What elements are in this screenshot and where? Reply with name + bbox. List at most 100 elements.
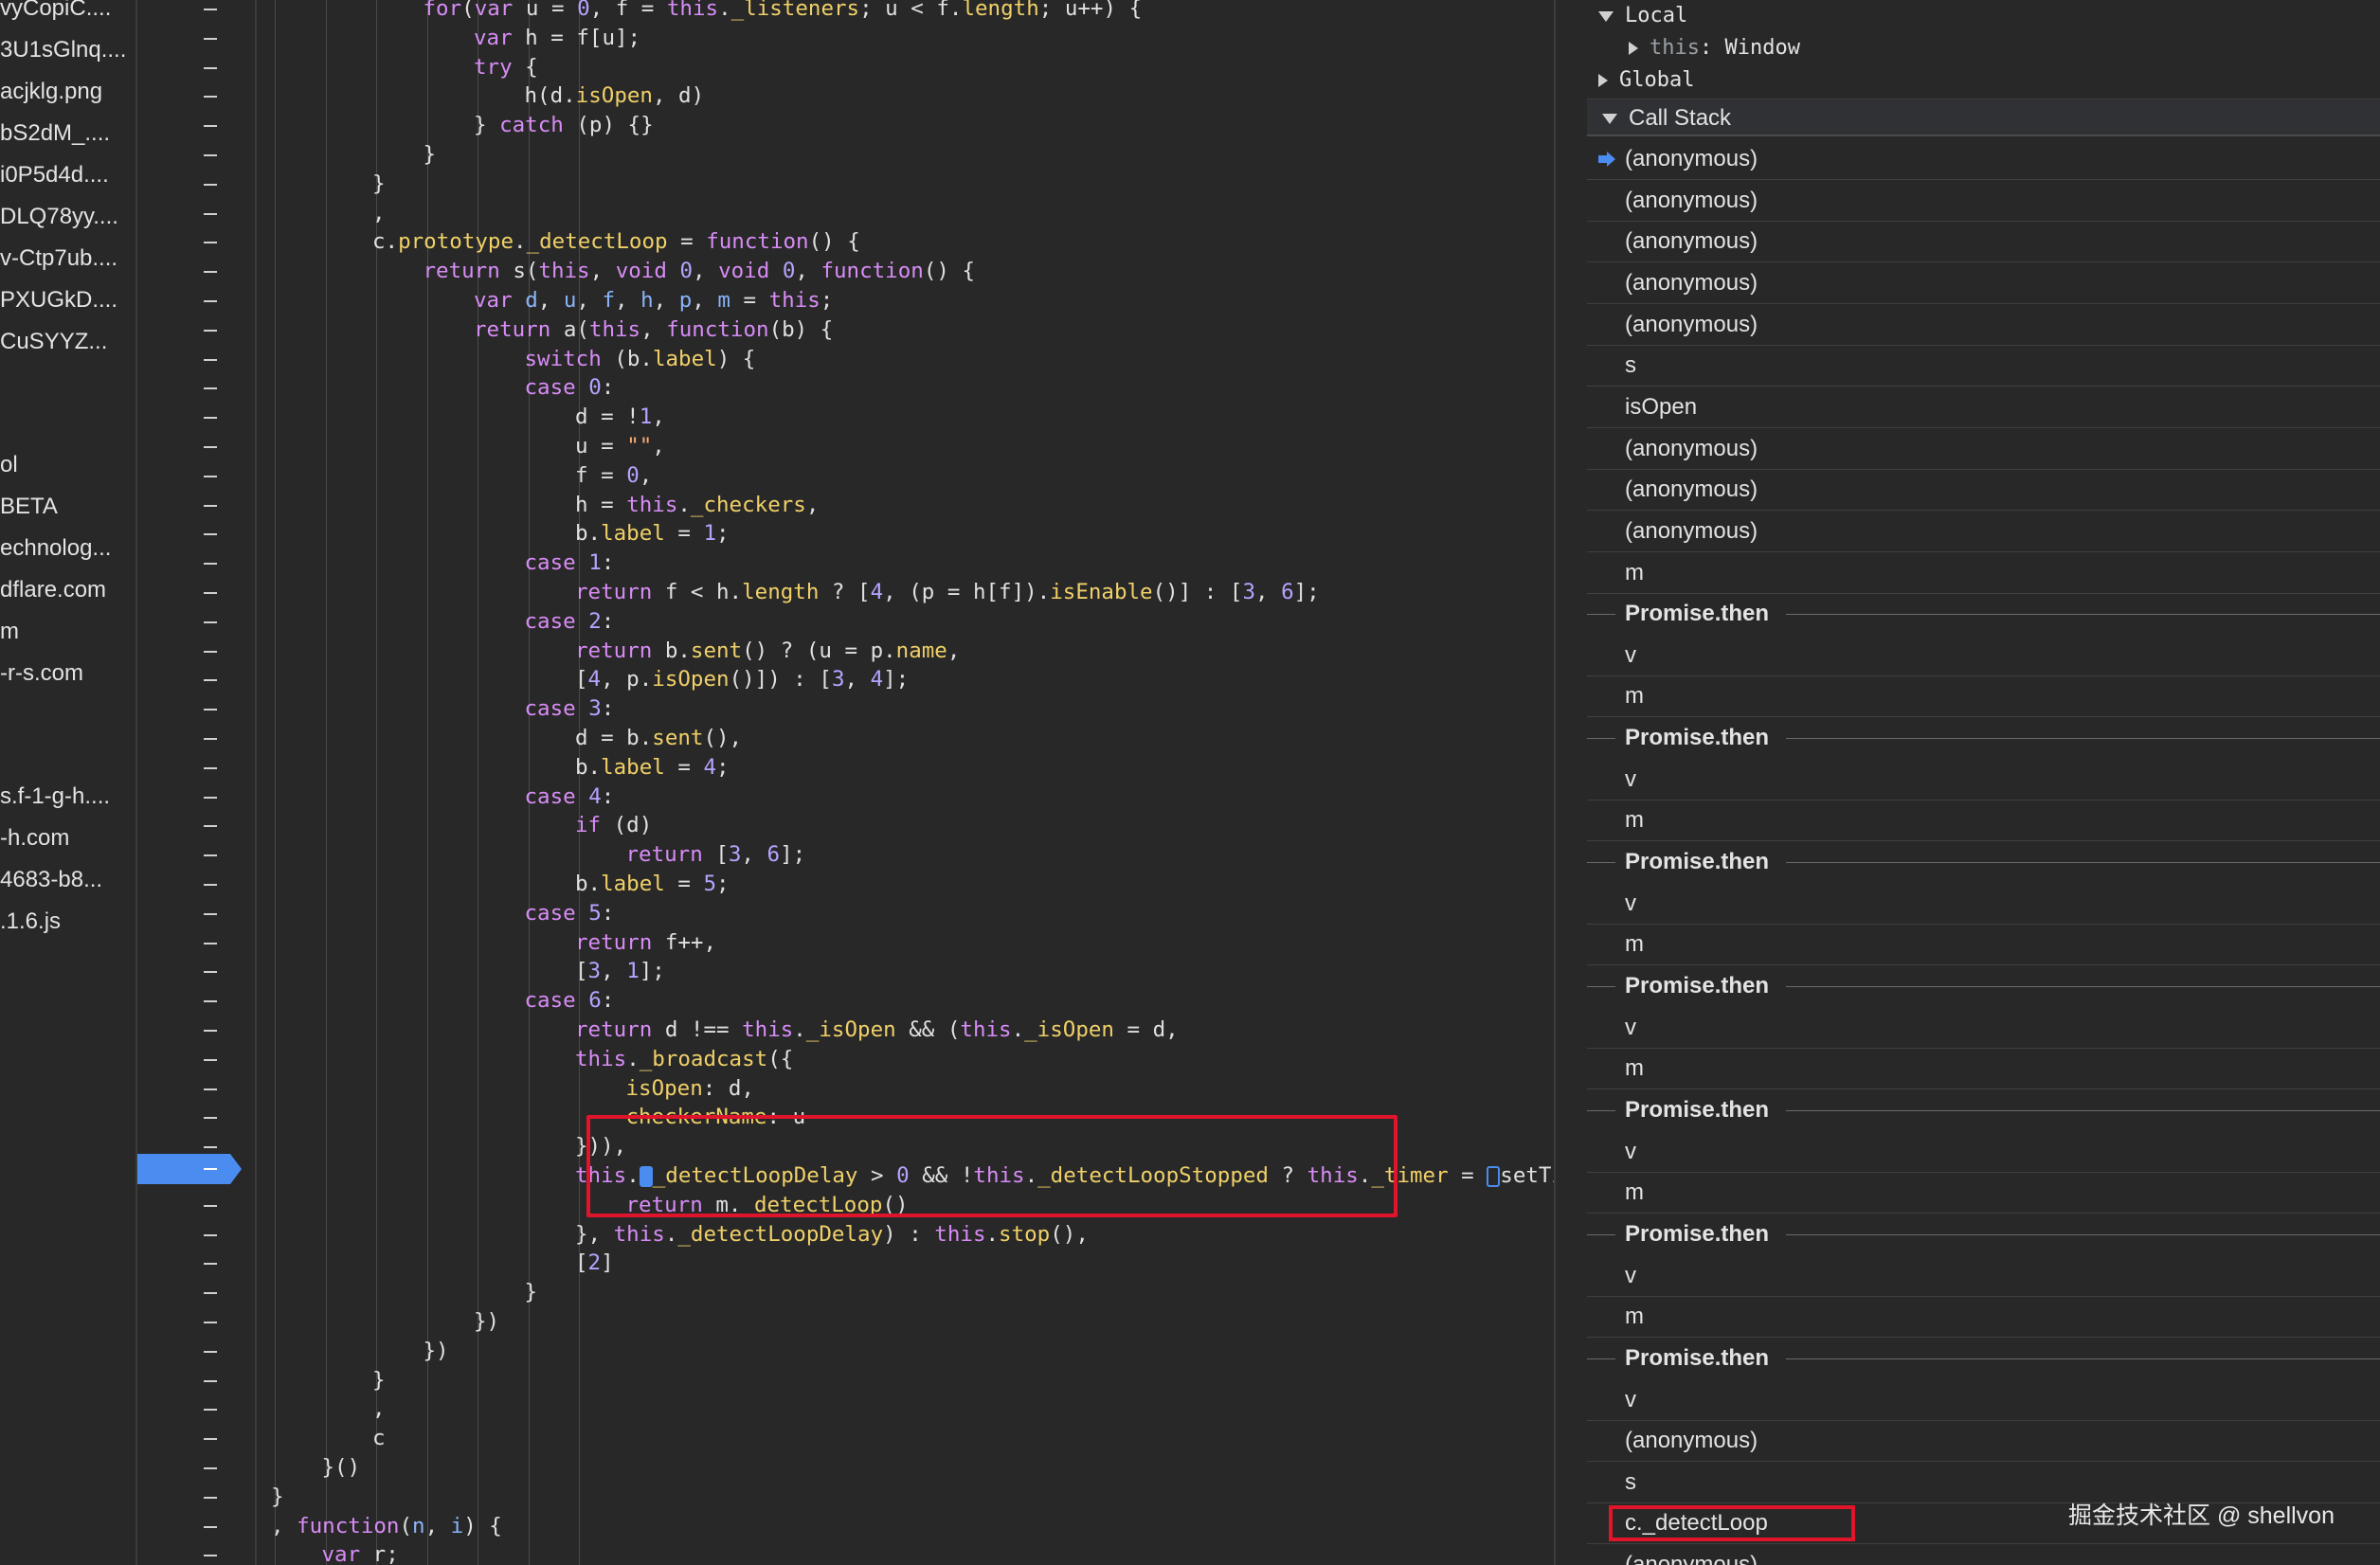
line-marker[interactable] <box>204 1555 217 1557</box>
line-marker[interactable] <box>204 446 217 448</box>
line-marker[interactable] <box>204 1350 217 1353</box>
line-marker[interactable] <box>204 1030 217 1032</box>
call-frame[interactable]: m <box>1587 552 2380 594</box>
call-frame[interactable]: v <box>1587 635 2380 676</box>
file-item[interactable]: -r-s.com <box>0 659 83 688</box>
line-marker[interactable] <box>204 533 217 536</box>
file-item[interactable]: m <box>0 618 19 646</box>
line-marker[interactable] <box>204 1263 217 1266</box>
line-marker[interactable] <box>204 854 217 857</box>
line-marker[interactable] <box>204 709 217 711</box>
line-marker[interactable] <box>204 1000 217 1003</box>
line-marker[interactable] <box>204 183 217 186</box>
file-item[interactable]: CuSYYZ... <box>0 328 107 356</box>
call-frame[interactable]: v <box>1587 883 2380 925</box>
line-marker[interactable] <box>204 154 217 156</box>
file-item[interactable]: -h.com <box>0 824 69 853</box>
breakpoint-location-icon[interactable] <box>1487 1165 1501 1187</box>
line-marker[interactable] <box>204 300 217 302</box>
line-marker[interactable] <box>204 1438 217 1441</box>
line-marker[interactable] <box>204 1525 217 1528</box>
call-frame[interactable]: m <box>1587 1172 2380 1214</box>
file-item[interactable]: dflare.com <box>0 576 106 604</box>
line-marker[interactable] <box>204 738 217 740</box>
call-frame[interactable]: (anonymous) <box>1587 180 2380 222</box>
call-frame[interactable]: (anonymous) <box>1587 511 2380 552</box>
line-marker[interactable] <box>204 1233 217 1236</box>
call-frame[interactable]: m <box>1587 800 2380 842</box>
line-marker[interactable] <box>204 417 217 420</box>
call-frame[interactable]: m <box>1587 924 2380 966</box>
call-frame[interactable]: v <box>1587 1255 2380 1297</box>
file-item[interactable]: .1.6.js <box>0 908 61 936</box>
line-marker[interactable] <box>204 1088 217 1090</box>
call-frame[interactable]: m <box>1587 1048 2380 1090</box>
line-marker[interactable] <box>204 358 217 361</box>
call-stack-header[interactable]: Call Stack <box>1587 99 2380 136</box>
file-item[interactable]: 4683-b8... <box>0 866 102 894</box>
line-marker[interactable] <box>204 796 217 799</box>
line-marker[interactable] <box>204 212 217 215</box>
line-marker[interactable] <box>204 1379 217 1382</box>
panel-splitter[interactable] <box>1554 0 1587 1565</box>
file-item[interactable]: i0P5d4d.... <box>0 161 109 189</box>
line-marker[interactable] <box>204 592 217 594</box>
call-frame[interactable]: v <box>1587 759 2380 800</box>
line-marker[interactable] <box>204 1467 217 1469</box>
call-frame[interactable]: s <box>1587 345 2380 387</box>
line-marker[interactable] <box>204 1117 217 1120</box>
file-item[interactable]: BETA <box>0 493 58 521</box>
line-marker[interactable] <box>204 387 217 390</box>
call-frame[interactable]: (anonymous) <box>1587 138 2380 180</box>
line-marker[interactable] <box>204 563 217 566</box>
line-marker[interactable] <box>204 650 217 653</box>
line-marker[interactable] <box>204 884 217 886</box>
call-frame[interactable]: v <box>1587 1007 2380 1049</box>
line-marker[interactable] <box>204 971 217 974</box>
scope-local[interactable]: Local <box>1587 0 1687 32</box>
call-frame[interactable]: isOpen <box>1587 387 2380 428</box>
line-marker[interactable] <box>204 1409 217 1412</box>
file-item[interactable]: v-Ctp7ub.... <box>0 244 117 273</box>
call-frame[interactable]: (anonymous) <box>1587 428 2380 470</box>
line-marker[interactable] <box>204 504 217 507</box>
line-marker[interactable] <box>204 1322 217 1323</box>
line-marker[interactable] <box>204 271 217 274</box>
line-marker[interactable] <box>204 1204 217 1207</box>
call-frame[interactable]: (anonymous) <box>1587 1420 2380 1463</box>
line-marker[interactable] <box>204 1496 217 1499</box>
scope-global[interactable]: Global <box>1587 64 1694 97</box>
file-item[interactable]: s.f-1-g-h.... <box>0 782 110 811</box>
paused-line-marker[interactable] <box>137 1154 242 1184</box>
line-marker[interactable] <box>204 942 217 944</box>
line-marker[interactable] <box>204 242 217 244</box>
line-marker[interactable] <box>204 66 217 69</box>
line-marker[interactable] <box>204 679 217 682</box>
file-item[interactable]: vyCopiC.... <box>0 0 111 23</box>
call-frame[interactable]: (anonymous) <box>1587 1544 2380 1565</box>
line-marker[interactable] <box>204 766 217 769</box>
file-item[interactable]: PXUGkD.... <box>0 286 117 315</box>
line-marker[interactable] <box>204 125 217 128</box>
line-marker[interactable] <box>204 329 217 332</box>
call-frame[interactable]: (anonymous) <box>1587 469 2380 512</box>
line-marker[interactable] <box>204 37 217 40</box>
call-frame[interactable]: m <box>1587 1296 2380 1339</box>
file-item[interactable]: bS2dM_.... <box>0 119 110 148</box>
call-frame[interactable]: m <box>1587 675 2380 718</box>
call-frame[interactable]: (anonymous) <box>1587 221 2380 263</box>
call-frame[interactable]: (anonymous) <box>1587 304 2380 346</box>
file-item[interactable]: DLQ78yy.... <box>0 203 118 231</box>
line-marker[interactable] <box>204 621 217 623</box>
call-frame[interactable]: v <box>1587 1379 2380 1421</box>
line-marker[interactable] <box>204 96 217 99</box>
file-item[interactable]: echnolog... <box>0 534 111 563</box>
call-frame[interactable]: (anonymous) <box>1587 262 2380 304</box>
line-marker[interactable] <box>204 825 217 828</box>
file-item[interactable]: ol <box>0 451 18 479</box>
line-marker[interactable] <box>204 1058 217 1061</box>
line-marker[interactable] <box>204 9 217 10</box>
line-marker[interactable] <box>204 475 217 477</box>
call-frame[interactable]: v <box>1587 1131 2380 1173</box>
file-item[interactable]: 3U1sGlnq.... <box>0 36 126 64</box>
